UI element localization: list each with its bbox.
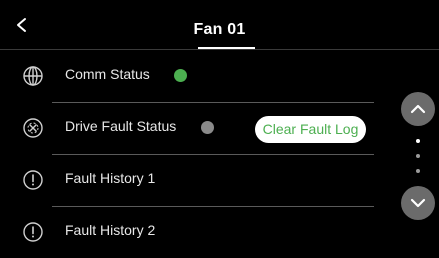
fault-history-1-label: Fault History 1 <box>65 170 156 186</box>
globe-icon <box>23 66 43 86</box>
title-underline <box>198 47 255 49</box>
drive-fault-status-label: Drive Fault Status <box>65 118 177 134</box>
scroll-down-button[interactable] <box>401 186 435 220</box>
comm-status-indicator <box>174 69 187 82</box>
page-indicator-dot <box>416 154 420 158</box>
list-item-comm-status[interactable]: Comm Status <box>12 50 374 102</box>
scroll-up-button[interactable] <box>401 92 435 126</box>
page-title: Fan 01 <box>193 21 246 38</box>
drive-fault-status-indicator <box>201 121 214 134</box>
chevron-down-icon <box>410 198 426 208</box>
alert-icon <box>23 170 43 190</box>
page-indicator-dot <box>416 139 420 143</box>
fault-history-2-label: Fault History 2 <box>65 222 156 238</box>
list-item-fault-history-1[interactable]: Fault History 1 <box>12 154 374 206</box>
chevron-up-icon <box>410 104 426 114</box>
alert-icon <box>23 222 43 242</box>
top-bar: Fan 01 <box>0 0 439 50</box>
page-indicator-dot <box>416 169 420 173</box>
comm-status-label: Comm Status <box>65 66 150 82</box>
clear-fault-log-button[interactable]: Clear Fault Log <box>255 116 366 143</box>
fault-x-icon <box>23 118 43 138</box>
list-item-fault-history-2[interactable]: Fault History 2 <box>12 206 374 258</box>
